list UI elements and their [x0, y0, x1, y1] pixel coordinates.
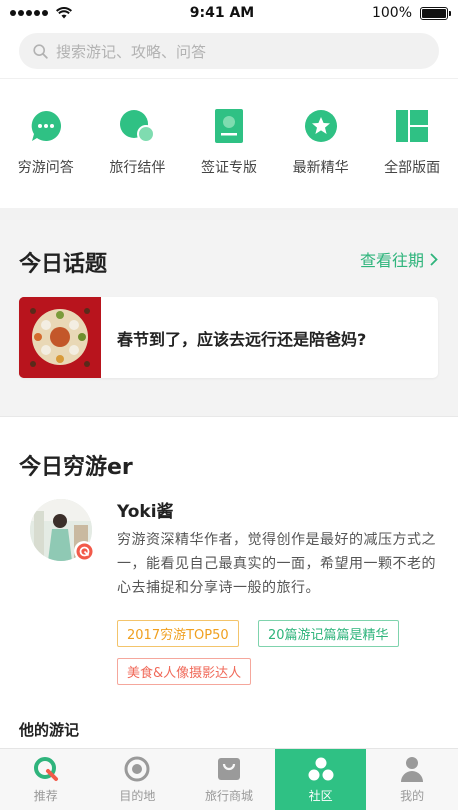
battery-area: 100%: [371, 5, 451, 21]
shopping-bag-icon: [215, 755, 243, 783]
q-logo-icon: [32, 755, 60, 783]
divider: [0, 416, 458, 417]
chevron-right-icon: [430, 252, 438, 266]
chat-bubble-icon: [28, 108, 64, 144]
battery-icon: [420, 6, 451, 20]
tab-mine[interactable]: 我的: [366, 749, 458, 810]
quick-nav-label: 穷游问答: [17, 160, 74, 176]
wifi-icon: [56, 7, 72, 19]
person-section-title: 今日穷游er: [19, 455, 133, 480]
quick-nav-visa[interactable]: 签证专版: [183, 108, 275, 180]
tab-destination[interactable]: 目的地: [92, 749, 184, 810]
quick-nav-featured[interactable]: 最新精华: [275, 108, 367, 180]
quick-nav-qa[interactable]: 穷游问答: [0, 108, 92, 180]
quick-nav-label: 签证专版: [200, 160, 257, 176]
section-gap: [0, 208, 458, 220]
tab-bar: 推荐 目的地 旅行商城 社区 我的: [0, 748, 458, 810]
author-name[interactable]: Yoki酱: [117, 497, 174, 522]
tab-label: 我的: [400, 789, 425, 803]
search-placeholder: 搜索游记、攻略、问答: [56, 42, 207, 61]
community-icon: [307, 755, 335, 783]
tab-label: 旅行商城: [204, 789, 253, 803]
status-bar: 9:41 AM 100%: [0, 0, 458, 26]
tag[interactable]: 美食&人像摄影达人: [117, 658, 252, 685]
clock: 9:41 AM: [189, 5, 255, 21]
topic-section-title: 今日话题: [19, 252, 108, 277]
notes-heading: 他的游记: [19, 721, 80, 739]
quick-nav-label: 旅行结伴: [109, 160, 166, 176]
author-badge-icon: [74, 541, 94, 561]
topic-section: 今日话题 查看往期 春节到了，应该去远行还是陪爸妈?: [0, 220, 458, 416]
app-screen: 9:41 AM 100% 搜索游记、攻略、问答 穷游问答 旅行结伴 签证专版 最…: [0, 0, 458, 810]
quick-nav-all-boards[interactable]: 全部版面: [366, 108, 458, 180]
tag[interactable]: 2017穷游TOP50: [117, 620, 239, 647]
quick-nav-companion[interactable]: 旅行结伴: [92, 108, 184, 180]
battery-percent: 100%: [371, 5, 412, 21]
author-bio: 穷游资深精华作者，觉得创作是最好的减压方式之一，能看见自己最真实的一面，希望用一…: [117, 532, 436, 596]
quick-nav-label: 最新精华: [292, 160, 349, 176]
star-badge-icon: [303, 108, 339, 144]
search-bar[interactable]: 搜索游记、攻略、问答: [19, 33, 439, 69]
quick-nav-label: 全部版面: [384, 160, 441, 176]
topic-text: 春节到了，应该去远行还是陪爸妈?: [117, 329, 367, 349]
companion-bubbles-icon: [119, 108, 156, 144]
tab-recommend[interactable]: 推荐: [0, 749, 92, 810]
tab-travel-mall[interactable]: 旅行商城: [183, 749, 275, 810]
target-icon: [123, 755, 151, 783]
tab-community[interactable]: 社区: [274, 749, 367, 810]
person-icon: [398, 755, 426, 783]
signal-icon: [10, 10, 48, 16]
tab-label: 社区: [308, 789, 333, 803]
visa-document-icon: [211, 108, 247, 144]
tab-label: 推荐: [33, 789, 58, 803]
topic-thumbnail: [19, 297, 101, 378]
topic-card[interactable]: 春节到了，应该去远行还是陪爸妈?: [19, 297, 438, 378]
signal-area: [10, 7, 72, 19]
view-past-link[interactable]: 查看往期: [360, 247, 438, 271]
tag[interactable]: 20篇游记篇篇是精华: [258, 620, 399, 647]
tab-label: 目的地: [119, 789, 156, 803]
view-past-label: 查看往期: [359, 251, 424, 270]
quick-nav: 穷游问答 旅行结伴 签证专版 最新精华 全部版面: [0, 108, 458, 180]
grid-layout-icon: [394, 108, 430, 144]
search-icon: [33, 43, 48, 59]
divider: [0, 78, 458, 79]
